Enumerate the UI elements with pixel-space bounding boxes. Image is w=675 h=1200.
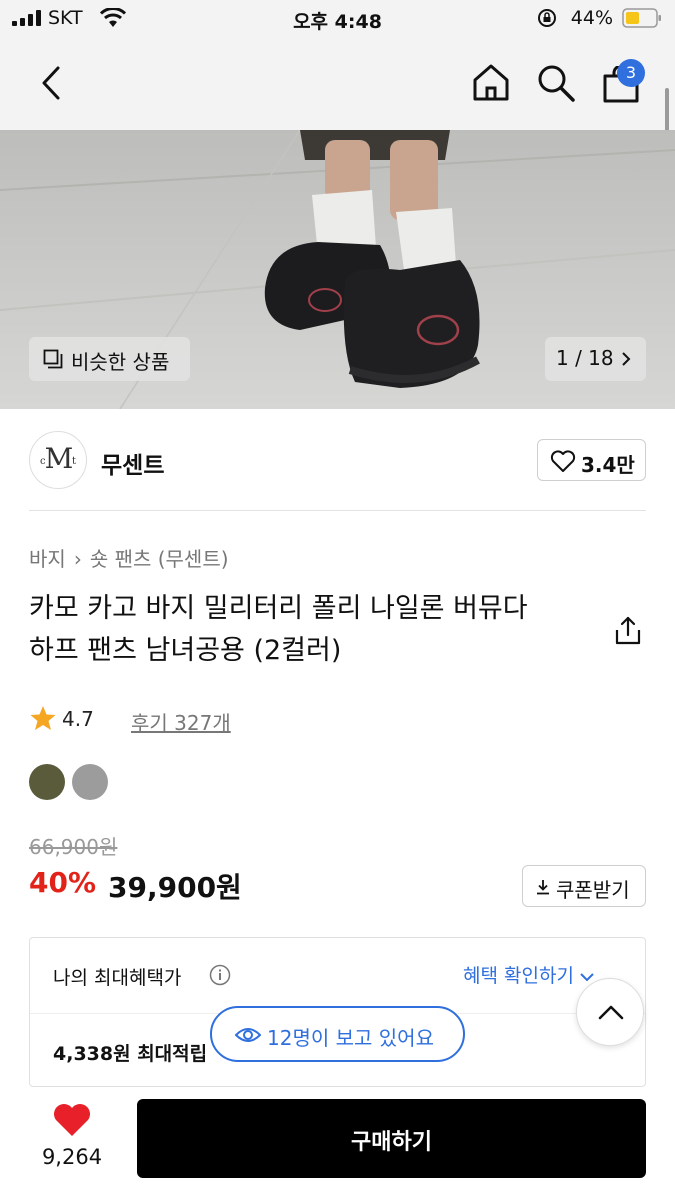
back-button[interactable] xyxy=(38,64,64,102)
live-viewers-text: 12명이 보고 있어요 xyxy=(267,1026,434,1050)
live-viewers-pill: 12명이 보고 있어요 xyxy=(210,1006,465,1062)
download-icon xyxy=(537,880,549,895)
coupon-download-button[interactable]: 쿠폰받기 xyxy=(522,865,646,907)
brand-name[interactable]: 무센트 xyxy=(101,446,164,480)
image-pager-count: 1 / 18 xyxy=(556,346,614,370)
scroll-to-top-button[interactable] xyxy=(576,978,644,1046)
rating-score: 4.7 xyxy=(62,707,94,731)
search-icon[interactable] xyxy=(536,63,576,103)
check-benefit-link[interactable]: 혜택 확인하기 xyxy=(463,961,594,988)
heart-filled-icon[interactable] xyxy=(52,1102,92,1138)
breadcrumb-separator-icon: › xyxy=(73,547,82,571)
image-pager[interactable]: 1 / 18 xyxy=(545,337,646,381)
home-icon[interactable] xyxy=(471,62,511,102)
discount-rate: 40% xyxy=(29,866,97,899)
star-icon xyxy=(30,706,56,730)
product-title: 카모 카고 바지 밀리터리 폴리 나일론 버뮤다 하프 팬츠 남녀공용 (2컬러… xyxy=(29,593,528,666)
rotation-lock-icon xyxy=(538,9,556,27)
divider xyxy=(29,510,646,511)
buy-button-label: 구매하기 xyxy=(351,1130,432,1155)
brand-like-count: 3.4만 xyxy=(581,453,635,477)
review-count-link[interactable]: 후기 327개 xyxy=(131,707,231,736)
chevron-up-icon xyxy=(598,1005,624,1020)
breadcrumb: 바지 › 숏 팬츠 (무센트) xyxy=(29,543,229,572)
battery-icon xyxy=(622,8,661,28)
max-points: 4,338원 최대적립 xyxy=(53,1043,208,1065)
similar-products-icon xyxy=(43,349,63,369)
coupon-download-label: 쿠폰받기 xyxy=(556,878,630,902)
brand-logo[interactable]: M c t xyxy=(29,431,87,489)
max-benefit-title: 나의 최대혜택가 xyxy=(53,967,182,989)
eye-icon xyxy=(235,1028,261,1042)
original-price: 66,900원 xyxy=(29,835,118,859)
product-like-count: 9,264 xyxy=(41,1145,103,1169)
battery-percent: 44% xyxy=(570,7,613,29)
info-icon[interactable] xyxy=(209,964,231,986)
share-icon[interactable] xyxy=(614,616,642,646)
similar-products-button[interactable]: 비슷한 상품 xyxy=(29,337,190,381)
chevron-right-icon xyxy=(622,352,631,366)
breadcrumb-item-pants[interactable]: 바지 xyxy=(29,547,66,571)
chevron-down-icon xyxy=(580,972,594,981)
cart-count-badge: 3 xyxy=(617,59,645,87)
status-bar: SKT 오후 4:48 44% xyxy=(0,0,675,40)
similar-products-label: 비슷한 상품 xyxy=(71,350,170,374)
color-swatch-olive[interactable] xyxy=(29,764,65,800)
buy-button[interactable]: 구매하기 xyxy=(137,1099,646,1178)
heart-outline-icon xyxy=(550,450,576,472)
color-swatch-gray[interactable] xyxy=(72,764,108,800)
breadcrumb-item-shorts[interactable]: 숏 팬츠 (무센트) xyxy=(90,547,229,571)
brand-like-button[interactable]: 3.4만 xyxy=(537,439,646,481)
sale-price: 39,900원 xyxy=(108,871,242,904)
